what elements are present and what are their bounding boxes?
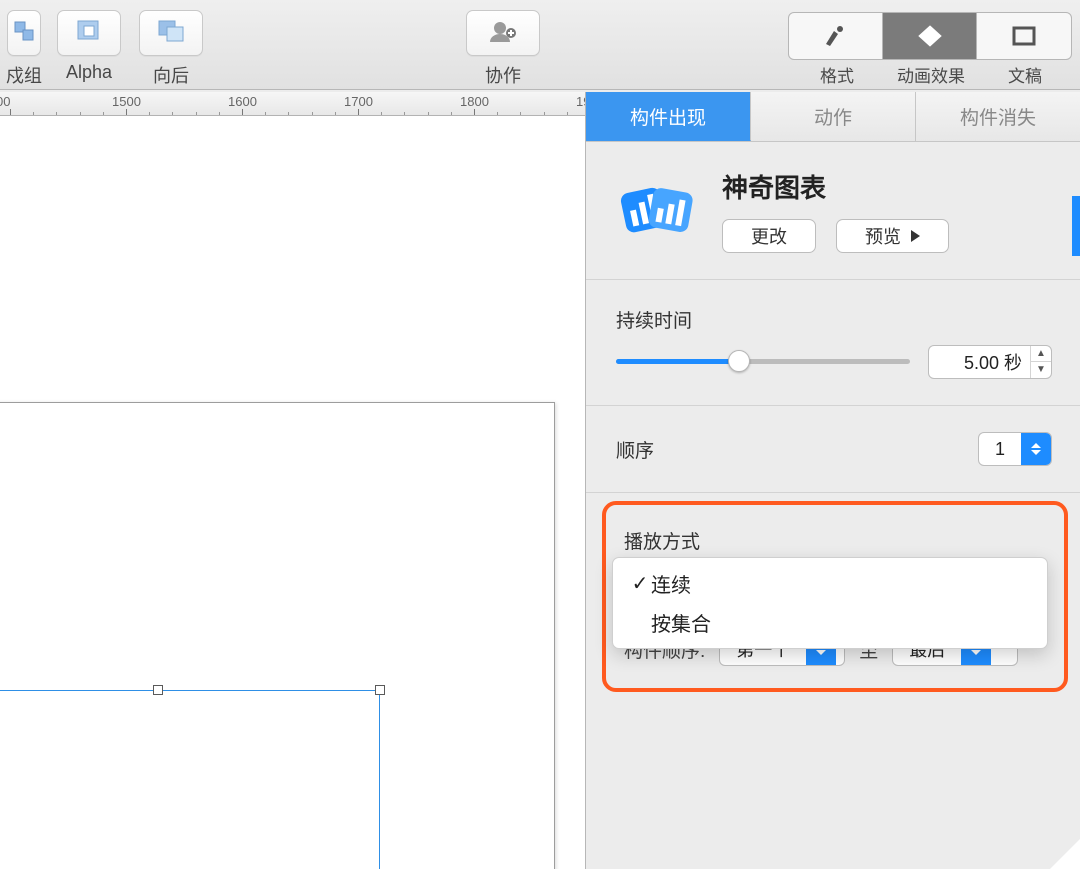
order-dropdown[interactable]: 1: [978, 432, 1052, 466]
duration-step-down[interactable]: ▼: [1031, 362, 1051, 378]
ruler-label: 1500: [112, 94, 141, 109]
alpha-icon: [76, 19, 102, 48]
collaborate-icon: [488, 18, 518, 49]
page-corner-notch: [1050, 839, 1080, 869]
section-order: 顺序 1: [586, 406, 1080, 493]
segment-animate[interactable]: [883, 13, 977, 59]
document-icon: [1011, 25, 1037, 47]
duration-step-up[interactable]: ▲: [1031, 346, 1051, 362]
main-toolbar: 戍组 Alpha 向后 协作 格式: [0, 0, 1080, 90]
play-icon: [911, 230, 920, 242]
section-playback-mode: 播放方式 ✓ 连续 按集合 构件顺序: 第一个 至 最后: [602, 501, 1068, 692]
toolbar-alpha-label: Alpha: [48, 62, 130, 83]
paintbrush-icon: [822, 24, 850, 48]
playback-option-continuous[interactable]: ✓ 连续: [613, 564, 1047, 603]
checkmark-icon: ✓: [629, 571, 651, 596]
tab-build-out[interactable]: 构件消失: [916, 92, 1080, 141]
tab-build-in[interactable]: 构件出现: [586, 92, 751, 141]
inspector-accent-strip: [1072, 196, 1080, 256]
change-effect-button[interactable]: 更改: [722, 219, 816, 253]
horizontal-ruler: 00 1500 1600 1700 1800 1900: [0, 92, 585, 116]
chevrons-icon: [1021, 433, 1051, 465]
ruler-label: 1800: [460, 94, 489, 109]
toolbar-back-label: 向后: [130, 62, 212, 88]
duration-stepper[interactable]: 5.00 秒 ▲ ▼: [928, 345, 1052, 379]
duration-value: 5.00 秒: [929, 349, 1030, 375]
segment-document[interactable]: [977, 13, 1071, 59]
segment-format-label: 格式: [790, 62, 884, 87]
section-duration: 持续时间 5.00 秒 ▲ ▼: [586, 280, 1080, 406]
inspector-panel: 构件出现 动作 构件消失 神奇图表: [585, 92, 1080, 869]
order-label: 顺序: [616, 436, 654, 463]
magic-chart-icon: [616, 176, 696, 246]
playback-mode-label: 播放方式: [624, 527, 1044, 554]
toolbar-alpha-button[interactable]: Alpha: [48, 10, 130, 88]
section-effect: 神奇图表 更改 预览: [586, 142, 1080, 280]
order-value: 1: [979, 439, 1021, 460]
resize-handle-top-right[interactable]: [375, 685, 385, 695]
toolbar-collaborate-button[interactable]: 协作: [448, 10, 558, 88]
toolbar-collaborate-label: 协作: [448, 62, 558, 88]
segment-document-label: 文稿: [978, 62, 1072, 87]
inspector-mode-segmented[interactable]: [788, 12, 1072, 60]
inspector-tabs: 构件出现 动作 构件消失: [586, 92, 1080, 142]
selection-box[interactable]: [0, 690, 380, 869]
ruler-label: 1900: [576, 94, 585, 109]
tab-action[interactable]: 动作: [751, 92, 916, 141]
duration-label: 持续时间: [616, 306, 1052, 333]
slide-canvas[interactable]: [0, 116, 585, 869]
ruler-label: 00: [0, 94, 10, 109]
preview-effect-button[interactable]: 预览: [836, 219, 949, 253]
group-icon: [13, 20, 35, 47]
playback-option-by-set[interactable]: 按集合: [613, 603, 1047, 642]
segment-animate-label: 动画效果: [884, 62, 978, 87]
playback-mode-popup: ✓ 连续 按集合: [612, 557, 1048, 649]
ruler-label: 1600: [228, 94, 257, 109]
send-backward-icon: [157, 19, 185, 48]
duration-slider[interactable]: [616, 347, 910, 377]
ruler-label: 1700: [344, 94, 373, 109]
diamond-icon: [916, 24, 944, 48]
resize-handle-top-center[interactable]: [153, 685, 163, 695]
toolbar-back-button[interactable]: 向后: [130, 10, 212, 88]
segment-format[interactable]: [789, 13, 883, 59]
toolbar-group-button[interactable]: 戍组: [0, 10, 48, 88]
effect-name: 神奇图表: [722, 168, 1052, 205]
toolbar-group-label: 戍组: [0, 62, 48, 88]
